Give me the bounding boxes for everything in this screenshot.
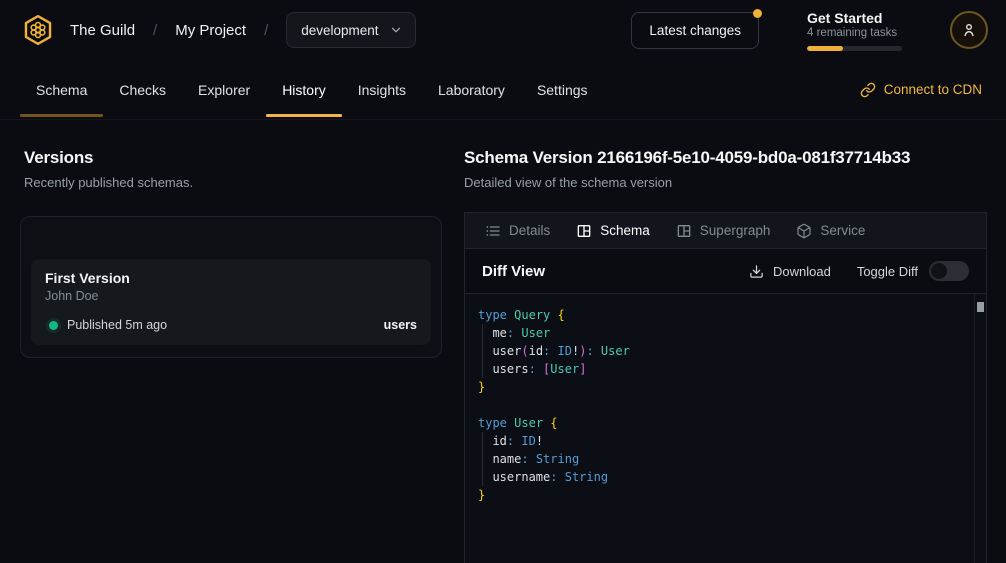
versions-subtitle: Recently published schemas. — [24, 175, 442, 190]
notification-dot — [753, 9, 762, 18]
code-scrollbar[interactable] — [974, 294, 986, 563]
cube-icon — [796, 223, 812, 239]
get-started-progress-fill — [807, 46, 843, 51]
code-line: me: User — [478, 324, 962, 342]
tab-service-label: Service — [820, 223, 865, 238]
nav-tab-explorer[interactable]: Explorer — [182, 60, 266, 119]
get-started-subtitle: 4 remaining tasks — [807, 27, 902, 39]
code-line: user(id: ID!): User — [478, 342, 962, 360]
code-content: type Query { me: User user(id: ID!): Use… — [465, 294, 986, 504]
scrollbar-thumb[interactable] — [977, 302, 984, 312]
nav-tab-laboratory[interactable]: Laboratory — [422, 60, 521, 119]
tab-service[interactable]: Service — [786, 213, 875, 248]
project-nav: Schema Checks Explorer History Insights … — [0, 60, 1006, 120]
latest-changes-button[interactable]: Latest changes — [631, 12, 759, 49]
panels-icon — [576, 223, 592, 239]
download-button[interactable]: Download — [749, 264, 831, 279]
nav-tab-settings[interactable]: Settings — [521, 60, 604, 119]
code-line: username: String — [478, 468, 962, 486]
tab-schema[interactable]: Schema — [566, 213, 660, 248]
list-icon — [485, 223, 501, 239]
toggle-diff-switch[interactable] — [929, 261, 969, 281]
schema-view-tabs: Details Schema Sup — [465, 213, 986, 249]
code-line: } — [478, 378, 962, 396]
version-author: John Doe — [45, 289, 417, 303]
target-select-value: development — [301, 23, 378, 38]
breadcrumb-separator: / — [264, 22, 268, 39]
main-content: Versions Recently published schemas. Fir… — [0, 120, 1006, 563]
get-started-progress — [807, 46, 902, 51]
person-icon — [960, 21, 978, 39]
version-service-badge: users — [384, 318, 417, 332]
code-line: users: [User] — [478, 360, 962, 378]
published-status-dot — [49, 321, 58, 330]
versions-panel: Versions Recently published schemas. Fir… — [0, 120, 464, 563]
version-detail-title: Schema Version 2166196f-5e10-4059-bd0a-0… — [464, 148, 987, 168]
connect-to-cdn-label: Connect to CDN — [884, 82, 982, 97]
schema-view-panel: Details Schema Sup — [464, 212, 987, 563]
version-detail-subtitle: Detailed view of the schema version — [464, 175, 987, 190]
top-bar: The Guild / My Project / development Lat… — [0, 0, 1006, 60]
panels-icon — [676, 223, 692, 239]
version-detail-panel: Schema Version 2166196f-5e10-4059-bd0a-0… — [464, 120, 1006, 563]
code-line: type User { — [478, 414, 962, 432]
tab-details-label: Details — [509, 223, 550, 238]
diff-view-title: Diff View — [482, 263, 545, 280]
version-name: First Version — [45, 270, 417, 286]
breadcrumb: The Guild / My Project / — [70, 22, 268, 39]
target-select[interactable]: development — [286, 12, 415, 48]
get-started-widget[interactable]: Get Started 4 remaining tasks — [807, 10, 902, 51]
download-label: Download — [773, 264, 831, 279]
version-status: Published 5m ago — [67, 318, 167, 332]
download-icon — [749, 264, 764, 279]
user-avatar[interactable] — [950, 11, 988, 49]
schema-code-viewer: type Query { me: User user(id: ID!): Use… — [465, 294, 986, 563]
link-icon — [860, 82, 876, 98]
nav-tab-insights[interactable]: Insights — [342, 60, 422, 119]
hive-logo[interactable] — [20, 12, 56, 48]
tab-schema-label: Schema — [600, 223, 650, 238]
tab-details[interactable]: Details — [475, 213, 560, 248]
nav-tab-history[interactable]: History — [266, 60, 342, 119]
latest-changes-label: Latest changes — [649, 23, 741, 38]
toggle-knob — [931, 263, 947, 279]
nav-tab-checks[interactable]: Checks — [103, 60, 182, 119]
version-list: First Version John Doe Published 5m ago … — [20, 216, 442, 358]
versions-title: Versions — [24, 148, 442, 168]
breadcrumb-project[interactable]: My Project — [175, 22, 246, 39]
get-started-title: Get Started — [807, 10, 902, 26]
code-line: } — [478, 486, 962, 504]
code-line: id: ID! — [478, 432, 962, 450]
breadcrumb-separator: / — [153, 22, 157, 39]
diff-header: Diff View Download Toggle Diff — [465, 249, 986, 294]
code-line: type Query { — [478, 306, 962, 324]
toggle-diff-label: Toggle Diff — [857, 264, 918, 279]
breadcrumb-org[interactable]: The Guild — [70, 22, 135, 39]
chevron-down-icon — [389, 23, 403, 37]
tab-supergraph[interactable]: Supergraph — [666, 213, 781, 248]
nav-tab-schema[interactable]: Schema — [20, 60, 103, 119]
connect-to-cdn-button[interactable]: Connect to CDN — [860, 82, 982, 98]
code-line — [478, 396, 962, 414]
version-card[interactable]: First Version John Doe Published 5m ago … — [31, 259, 431, 345]
tab-supergraph-label: Supergraph — [700, 223, 771, 238]
code-line: name: String — [478, 450, 962, 468]
